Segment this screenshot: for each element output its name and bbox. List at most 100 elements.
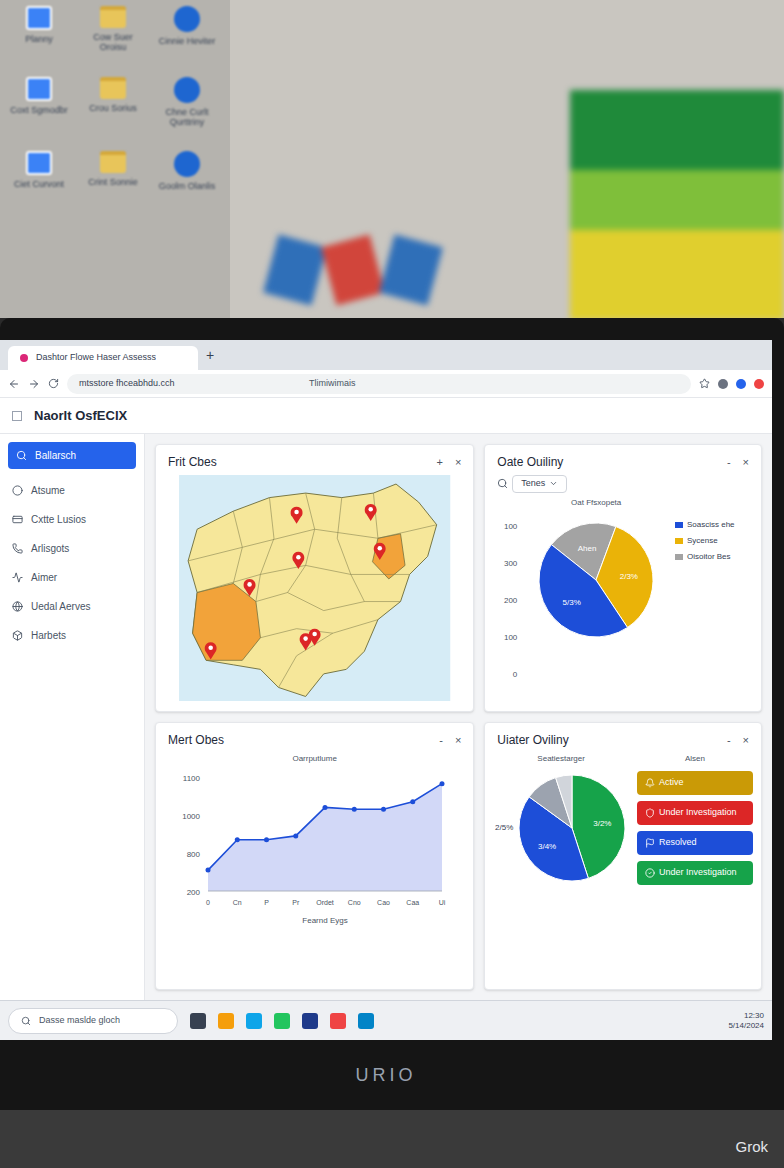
legend: Soasciss eheSycenseOisoitor Bes: [675, 497, 753, 704]
pie-slice: 5/3%: [539, 544, 628, 636]
data-point[interactable]: [264, 837, 269, 842]
card-header: Frit Cbes + ×: [156, 445, 473, 475]
desktop-icon[interactable]: Crint Sonnie: [80, 151, 146, 191]
extension-icon[interactable]: [754, 379, 764, 389]
extension-icon[interactable]: [736, 379, 746, 389]
card-control[interactable]: ×: [743, 454, 749, 471]
data-point[interactable]: [322, 805, 327, 810]
map-pin-icon[interactable]: [244, 579, 256, 596]
line-chart: 110010008002000CnPPrOrdetCnoCaoCaaUiFear…: [170, 765, 460, 935]
y-tick: 100: [493, 521, 517, 533]
y-tick: 100: [493, 632, 517, 644]
status-pie-chart: 3/2%3/4%: [517, 773, 627, 883]
sidebar-item[interactable]: Arlisgots: [8, 541, 136, 556]
taskbar-app-icon[interactable]: [218, 1013, 234, 1029]
url-field[interactable]: mtsstore fhceabhdu.cchTlimiwimais: [67, 374, 691, 394]
status-button[interactable]: Active: [637, 771, 753, 795]
card-control[interactable]: ×: [743, 732, 749, 749]
favicon-icon: [20, 354, 28, 362]
map-pin-icon[interactable]: [291, 507, 303, 524]
menu-icon[interactable]: [12, 411, 22, 421]
status-button[interactable]: Resolved: [637, 831, 753, 855]
bookmark-icon[interactable]: [699, 378, 710, 389]
desktop-icon-label: Crint Sonnie: [88, 177, 138, 187]
desktop-icon-label: Chne Curlt Qurttriny: [154, 107, 220, 128]
forward-icon[interactable]: [28, 378, 40, 390]
y-tick: 200: [186, 888, 200, 897]
data-point[interactable]: [381, 807, 386, 812]
map-pin-icon[interactable]: [309, 629, 321, 646]
data-point[interactable]: [439, 781, 444, 786]
app-title: NaorIt OsfECIX: [34, 406, 127, 426]
legend-item: Oisoitor Bes: [675, 551, 753, 563]
desktop-icon-label: Goolm Olanlis: [159, 181, 216, 191]
card-control[interactable]: -: [727, 732, 731, 749]
chart-subtitle: Oarrputlume: [156, 753, 473, 765]
taskbar-app-icon[interactable]: [330, 1013, 346, 1029]
sidebar-item[interactable]: Harbets: [8, 628, 136, 643]
taskbar-app-icon[interactable]: [358, 1013, 374, 1029]
browser-tab[interactable]: Dashtor Flowe Haser Assesss: [8, 346, 198, 370]
taskbar-app-icon[interactable]: [190, 1013, 206, 1029]
monitor: Dashtor Flowe Haser Assesss + mtsstore fhc…: [0, 318, 784, 1168]
status-button[interactable]: Under Investigation: [637, 861, 753, 885]
taskbar-app-icon[interactable]: [274, 1013, 290, 1029]
side-label: 2/5%: [495, 822, 513, 834]
taskbar-search[interactable]: Dasse maslde gloch: [8, 1008, 178, 1034]
desktop-icon-label: Cinnie Heviter: [159, 36, 216, 46]
sidebar-item[interactable]: Atsume: [8, 483, 136, 498]
card-header: Uiater Oviliny-×: [485, 723, 761, 753]
flag: [570, 90, 784, 318]
card-control[interactable]: -: [439, 732, 443, 749]
card-control[interactable]: +: [436, 454, 442, 471]
sidebar-item[interactable]: Aimer: [8, 570, 136, 585]
desktop-icon[interactable]: Planny: [6, 6, 72, 53]
shortcut-icon: [174, 151, 200, 177]
desktop-icon[interactable]: Chne Curlt Qurttriny: [154, 77, 220, 128]
status-icon: [645, 808, 655, 818]
nigeria-map[interactable]: [168, 475, 461, 701]
background-wall: PlannyCow Suer Oroisu Cinnie Heviter Coxt …: [0, 0, 784, 318]
data-point[interactable]: [293, 833, 298, 838]
y-tick: 200: [493, 595, 517, 607]
map-pin-icon[interactable]: [365, 504, 377, 521]
data-point[interactable]: [234, 837, 239, 842]
card-control[interactable]: -: [727, 454, 731, 471]
sidebar-item[interactable]: Cxtte Lusios: [8, 512, 136, 527]
filter-select[interactable]: Tenes: [512, 475, 567, 493]
desktop-icon[interactable]: Ciet Curvont: [6, 151, 72, 191]
card-control[interactable]: ×: [455, 732, 461, 749]
card-control[interactable]: ×: [455, 454, 461, 471]
sidebar-icon: [12, 485, 23, 496]
data-point[interactable]: [205, 868, 210, 873]
desktop-icon[interactable]: Cinnie Heviter: [154, 6, 220, 53]
reload-icon[interactable]: [48, 378, 59, 389]
status-button[interactable]: Under Investigation: [637, 801, 753, 825]
legend-swatch: [675, 538, 683, 544]
y-tick: 1100: [182, 774, 200, 783]
sidebar-item[interactable]: Ballarsch: [8, 442, 136, 469]
sidebar-icon: [12, 572, 23, 583]
card-title: Frit Cbes: [168, 453, 217, 471]
new-tab-button[interactable]: +: [206, 345, 214, 370]
folder-icon: [100, 77, 126, 99]
y-tick: 1000: [182, 812, 200, 821]
taskbar-app-icon[interactable]: [246, 1013, 262, 1029]
back-icon[interactable]: [8, 378, 20, 390]
map-pin-icon[interactable]: [205, 642, 217, 659]
x-tick: Caa: [406, 899, 419, 906]
dashboard-grid: Frit Cbes+×Oate Ouiliny-×Tenes1003002001…: [145, 434, 772, 1000]
data-point[interactable]: [410, 799, 415, 804]
map-pin-icon[interactable]: [374, 543, 386, 560]
desktop-icon[interactable]: Crou Sorius: [80, 77, 146, 128]
extension-icon[interactable]: [718, 379, 728, 389]
legend-swatch: [675, 522, 683, 528]
map-pin-icon[interactable]: [292, 552, 304, 569]
page-title: Tlimiwimais: [309, 377, 356, 391]
taskbar-app-icon[interactable]: [302, 1013, 318, 1029]
data-point[interactable]: [351, 807, 356, 812]
sidebar-item[interactable]: Uedal Aerves: [8, 599, 136, 614]
desktop-icon[interactable]: Cow Suer Oroisu: [80, 6, 146, 53]
desktop-icon[interactable]: Goolm Olanlis: [154, 151, 220, 191]
desktop-icon[interactable]: Coxt Sgmodbr: [6, 77, 72, 128]
